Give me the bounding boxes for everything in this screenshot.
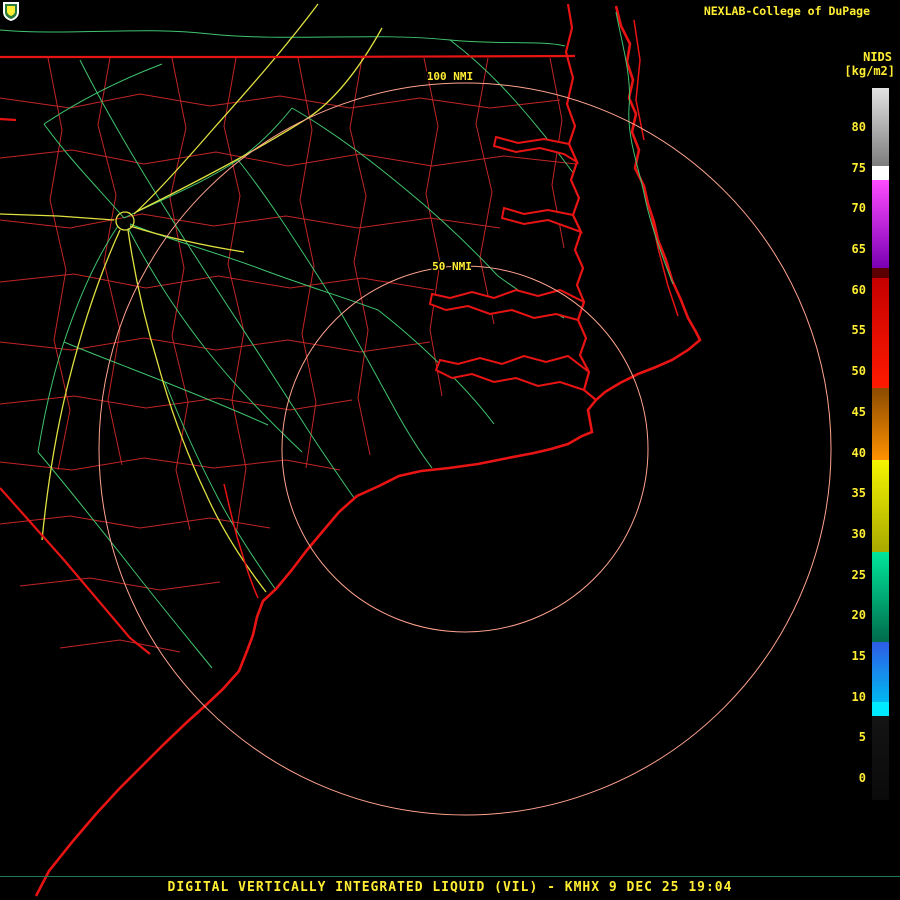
colorbar-tick-label: 10 [851,689,866,704]
colorbar-units: [kg/m2] [844,64,895,78]
colorbar-segment [872,552,889,642]
colorbar-tick-label: 40 [851,445,866,460]
colorbar-segment [872,278,889,388]
colorbar-tick-label: 35 [851,486,866,501]
product-title: DIGITAL VERTICALLY INTEGRATED LIQUID (VI… [167,880,733,895]
colorbar-segment [872,716,889,800]
colorbar [872,88,889,800]
colorbar-segment [872,642,889,702]
colorbar-title: NIDS [863,50,892,64]
range-ring-label-100nmi: 100 NMI [427,70,473,83]
colorbar-segment [872,166,889,180]
colorbar-segment [872,88,889,166]
map-canvas: 100 NMI 50 NMI [0,3,832,897]
radar-display: 100 NMI 50 NMI NEXLAB-College of DuPage … [0,0,900,900]
colorbar-tick-label: 20 [851,608,866,623]
range-ring-100nmi [98,82,832,816]
colorbar-segment [872,268,889,278]
colorbar-segment [872,180,889,268]
colorbar-segment [872,702,889,716]
brand-text: NEXLAB-College of DuPage [703,4,870,18]
albemarle-estuary-2 [500,206,583,234]
colorbar-tick-label: 70 [851,201,866,216]
colorbar-tick-label: 50 [851,364,866,379]
county-lines-layer [0,57,577,653]
cod-logo-icon [3,2,19,21]
footer-divider [0,876,900,877]
colorbar-tick-label: 0 [858,771,866,785]
colorbar-tick-label: 25 [851,567,866,582]
colorbar-tick-label: 65 [851,242,866,257]
colorbar-tick-label: 60 [851,282,866,297]
land-layers [0,3,609,669]
colorbar-tick-label: 75 [851,160,866,175]
interstate-lines-layer [0,3,383,593]
colorbar-tick-label: 15 [851,648,866,663]
colorbar-tick-label: 5 [858,730,866,745]
left-border-segment [0,117,17,122]
colorbar-tick-label: 30 [851,526,866,541]
colorbar-tick-label: 80 [851,120,866,134]
colorbar-segment [872,460,889,552]
sound-water-layer [428,4,700,400]
range-ring-label-50nmi: 50 NMI [432,260,472,273]
colorbar-tick-label: 45 [851,404,866,419]
roads-layer [0,29,609,669]
nc-sc-border [0,487,151,655]
colorbar-tick-label: 55 [851,323,866,338]
va-nc-border [0,54,576,59]
colorbar-segment [872,388,889,460]
neuse-river [434,354,591,392]
albemarle-estuary-1 [492,135,580,165]
pamlico-river [428,288,586,322]
